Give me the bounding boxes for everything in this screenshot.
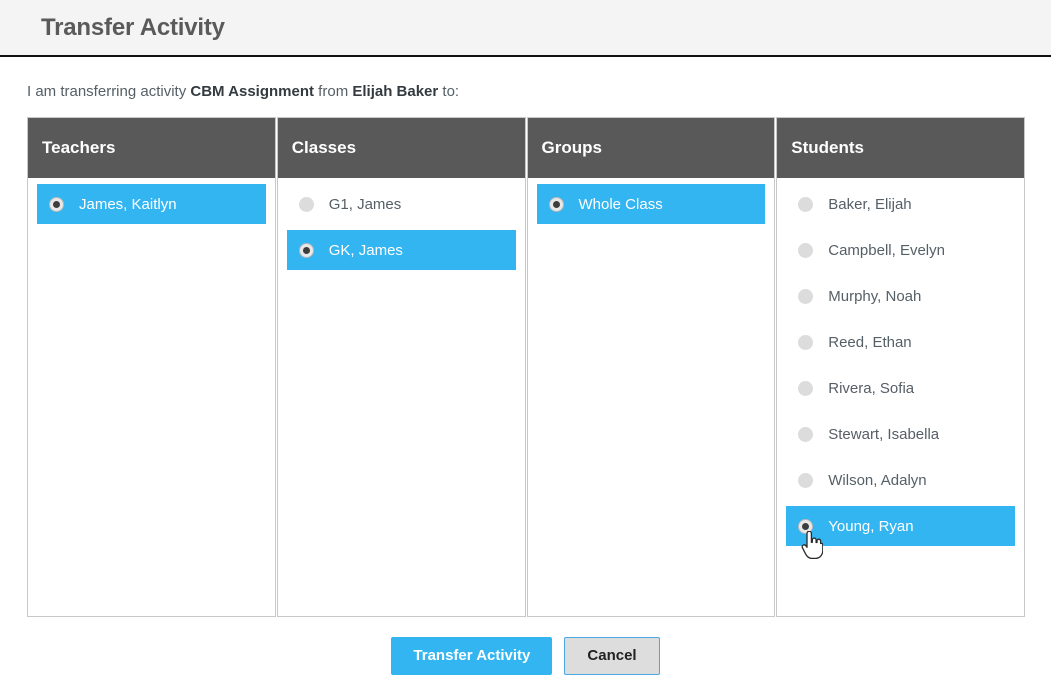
list-item-label: Reed, Ethan (828, 333, 912, 351)
list-item-label: James, Kaitlyn (79, 195, 177, 213)
description-suffix: to: (438, 83, 460, 100)
column-list-teachers: James, Kaitlyn (28, 178, 275, 616)
radio-dot (802, 293, 809, 300)
column-students: Students Baker, Elijah Campbell, Evelyn Mur… (776, 117, 1025, 617)
radio-dot (302, 246, 310, 254)
list-item[interactable]: Stewart, Isabella (786, 414, 1015, 454)
radio-dot (303, 201, 310, 208)
radio-selected-icon[interactable] (798, 518, 814, 534)
description-prefix: I am transferring activity (27, 83, 191, 100)
radio-dot (802, 201, 809, 208)
cancel-button[interactable]: Cancel (564, 637, 660, 675)
radio-dot (802, 339, 809, 346)
transfer-description: I am transferring activity CBM Assignmen… (0, 57, 1051, 101)
radio-unselected-icon[interactable] (798, 288, 814, 304)
radio-selected-icon[interactable] (49, 196, 64, 212)
radio-dot (53, 200, 60, 208)
column-list-classes: G1, James GK, James (278, 178, 525, 616)
list-item-label: Wilson, Adalyn (828, 471, 927, 489)
radio-dot (802, 431, 809, 438)
list-item[interactable]: Campbell, Evelyn (786, 230, 1015, 270)
radio-dot (802, 247, 809, 254)
column-header-groups: Groups (527, 118, 775, 178)
radio-unselected-icon[interactable] (798, 242, 814, 258)
radio-unselected-icon[interactable] (798, 334, 814, 350)
list-item[interactable]: Baker, Elijah (786, 184, 1015, 224)
list-item-label: Rivera, Sofia (828, 379, 915, 397)
radio-selected-icon[interactable] (548, 196, 564, 212)
list-item-label: Baker, Elijah (828, 195, 912, 213)
list-item[interactable]: James, Kaitlyn (37, 184, 266, 224)
list-item-label: Young, Ryan (828, 517, 914, 535)
list-item[interactable]: Rivera, Sofia (786, 368, 1015, 408)
list-item[interactable]: Wilson, Adalyn (786, 460, 1015, 500)
radio-dot (802, 477, 809, 484)
selection-columns: Teachers James, Kaitlyn Classes G1, James GK… (27, 117, 1025, 617)
radio-unselected-icon[interactable] (798, 380, 814, 396)
radio-unselected-icon[interactable] (798, 426, 814, 442)
list-item-label: Stewart, Isabella (828, 425, 940, 443)
list-item[interactable]: GK, James (286, 230, 516, 270)
radio-unselected-icon[interactable] (798, 472, 814, 488)
column-groups: Groups Whole Class (526, 117, 776, 617)
radio-unselected-icon[interactable] (798, 196, 814, 212)
list-item[interactable]: Reed, Ethan (786, 322, 1015, 362)
list-item[interactable]: Whole Class (536, 184, 766, 224)
list-item-label: GK, James (328, 241, 403, 259)
description-middle: from (314, 83, 353, 100)
radio-dot (802, 385, 809, 392)
dialog-body: I am transferring activity CBM Assignmen… (0, 57, 1051, 675)
dialog-footer: Transfer Activity Cancel (0, 637, 1051, 675)
list-item-label: G1, James (328, 195, 402, 213)
dialog-header: Transfer Activity (0, 0, 1051, 57)
radio-dot (552, 200, 560, 208)
column-classes: Classes G1, James GK, James (276, 117, 526, 617)
source-teacher-name: Elijah Baker (352, 83, 439, 100)
column-teachers: Teachers James, Kaitlyn (27, 117, 276, 617)
list-item-label: Campbell, Evelyn (828, 241, 945, 259)
list-item[interactable]: G1, James (287, 184, 516, 224)
list-item-label: Whole Class (578, 195, 663, 213)
radio-dot (802, 522, 810, 530)
list-item-label: Murphy, Noah (828, 287, 922, 305)
radio-selected-icon[interactable] (298, 242, 314, 258)
column-list-students: Baker, Elijah Campbell, Evelyn Murphy, Noa… (777, 178, 1024, 616)
page-title: Transfer Activity (41, 13, 225, 41)
list-item[interactable]: Young, Ryan (786, 506, 1015, 546)
activity-name: CBM Assignment (190, 83, 315, 100)
column-header-students: Students (777, 118, 1024, 178)
radio-unselected-icon[interactable] (298, 196, 314, 212)
column-header-teachers: Teachers (28, 118, 275, 178)
column-list-groups: Whole Class (528, 178, 775, 616)
list-item[interactable]: Murphy, Noah (786, 276, 1015, 316)
transfer-activity-button[interactable]: Transfer Activity (391, 637, 553, 675)
column-header-classes: Classes (277, 118, 525, 178)
